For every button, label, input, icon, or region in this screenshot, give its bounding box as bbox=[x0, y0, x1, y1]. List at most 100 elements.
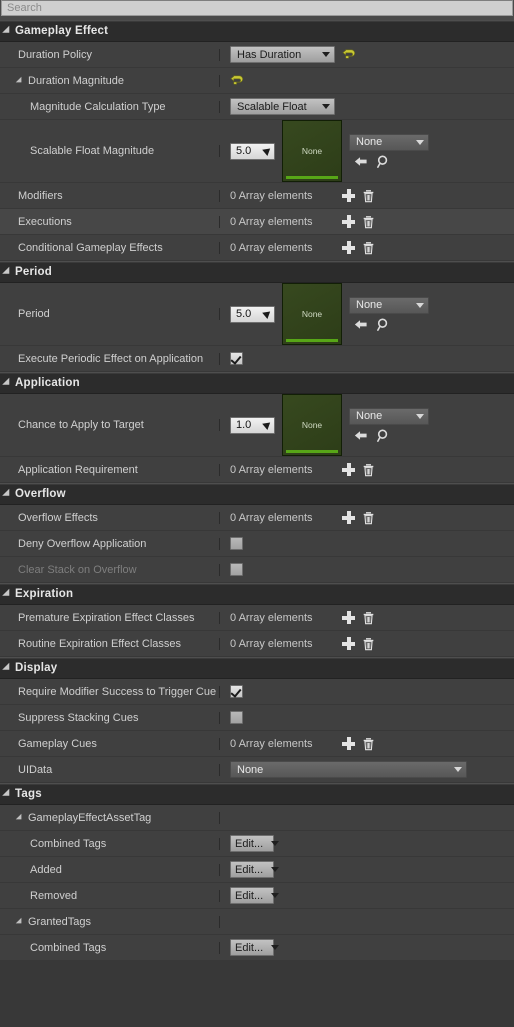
triangle-expanded-icon[interactable] bbox=[15, 813, 25, 822]
property-label: Duration Policy bbox=[18, 48, 92, 61]
spinner-icon[interactable] bbox=[261, 309, 271, 319]
checkbox[interactable] bbox=[230, 563, 243, 576]
edit-tags-dropdown[interactable]: Edit... bbox=[230, 835, 280, 852]
checkbox[interactable] bbox=[230, 711, 243, 724]
section-header-overflow[interactable]: Overflow bbox=[0, 483, 514, 505]
plus-icon[interactable] bbox=[342, 637, 355, 650]
property-row: UIData None bbox=[0, 757, 514, 783]
combo-label: Edit... bbox=[235, 837, 264, 850]
asset-dropdown[interactable]: None bbox=[349, 133, 429, 151]
spinner-icon[interactable] bbox=[261, 420, 271, 430]
duration-policy-dropdown[interactable]: Has Duration bbox=[230, 46, 335, 63]
trash-icon[interactable] bbox=[362, 463, 375, 477]
property-name: Chance to Apply to Target bbox=[0, 419, 220, 431]
triangle-expanded-icon[interactable] bbox=[2, 25, 13, 37]
reset-arrow-icon[interactable] bbox=[342, 47, 357, 62]
trash-icon[interactable] bbox=[362, 737, 375, 751]
chevron-down-icon bbox=[416, 413, 424, 419]
magnifier-browse-icon[interactable] bbox=[376, 428, 391, 443]
asset-thumbnail[interactable]: None bbox=[282, 394, 342, 456]
section-header-display[interactable]: Display bbox=[0, 657, 514, 679]
asset-thumbnail[interactable]: None bbox=[282, 120, 342, 182]
triangle-expanded-icon[interactable] bbox=[2, 588, 13, 600]
triangle-expanded-icon[interactable] bbox=[15, 76, 25, 85]
property-row: Gameplay Cues 0 Array elements bbox=[0, 731, 514, 757]
plus-icon[interactable] bbox=[342, 737, 355, 750]
edit-tags-dropdown[interactable]: Edit... bbox=[230, 861, 280, 878]
asset-thumbnail-label: None bbox=[301, 146, 323, 156]
section-header-tags[interactable]: Tags bbox=[0, 783, 514, 805]
trash-icon[interactable] bbox=[362, 241, 375, 255]
property-value: 0 Array elements bbox=[220, 463, 514, 477]
back-arrow-icon[interactable] bbox=[353, 428, 368, 443]
plus-icon[interactable] bbox=[342, 215, 355, 228]
property-label: Executions bbox=[18, 215, 72, 228]
magnifier-browse-icon[interactable] bbox=[376, 317, 391, 332]
property-row: Clear Stack on Overflow bbox=[0, 557, 514, 583]
edit-tags-dropdown[interactable]: Edit... bbox=[230, 939, 280, 956]
property-value: Scalable Float bbox=[220, 98, 514, 115]
spinner-icon[interactable] bbox=[261, 146, 271, 156]
property-value bbox=[220, 537, 514, 550]
section-header-gameplay-effect[interactable]: Gameplay Effect bbox=[0, 20, 514, 42]
section-header-period[interactable]: Period bbox=[0, 261, 514, 283]
plus-icon[interactable] bbox=[342, 241, 355, 254]
section-header-application[interactable]: Application bbox=[0, 372, 514, 394]
property-name: Gameplay Cues bbox=[0, 737, 220, 750]
asset-dropdown[interactable]: None bbox=[349, 296, 429, 314]
back-arrow-icon[interactable] bbox=[353, 154, 368, 169]
asset-dropdown[interactable]: None bbox=[349, 407, 429, 425]
property-value bbox=[220, 711, 514, 724]
triangle-expanded-icon[interactable] bbox=[2, 266, 13, 278]
plus-icon[interactable] bbox=[342, 511, 355, 524]
property-label: Combined Tags bbox=[30, 837, 107, 850]
chevron-down-icon bbox=[271, 893, 280, 898]
checkbox[interactable] bbox=[230, 352, 243, 365]
search-bar bbox=[0, 0, 514, 20]
checkbox[interactable] bbox=[230, 537, 243, 550]
asset-thumbnail[interactable]: None bbox=[282, 283, 342, 345]
triangle-expanded-icon[interactable] bbox=[2, 662, 13, 674]
numeric-input[interactable]: 1.0 bbox=[230, 416, 275, 434]
chevron-down-icon bbox=[271, 841, 280, 846]
search-input[interactable] bbox=[1, 0, 513, 16]
trash-icon[interactable] bbox=[362, 189, 375, 203]
combo-label: None bbox=[356, 410, 383, 422]
triangle-expanded-icon[interactable] bbox=[15, 917, 25, 926]
property-label: Duration Magnitude bbox=[28, 74, 125, 87]
property-row: Execute Periodic Effect on Application bbox=[0, 346, 514, 372]
property-value bbox=[220, 685, 514, 698]
trash-icon[interactable] bbox=[362, 511, 375, 525]
property-value: Has Duration bbox=[220, 46, 514, 63]
property-name: Duration Magnitude bbox=[0, 74, 220, 87]
edit-tags-dropdown[interactable]: Edit... bbox=[230, 887, 280, 904]
uidata-dropdown[interactable]: None bbox=[230, 761, 467, 778]
magnitude-calculation-dropdown[interactable]: Scalable Float bbox=[230, 98, 335, 115]
trash-icon[interactable] bbox=[362, 215, 375, 229]
trash-icon[interactable] bbox=[362, 637, 375, 651]
property-name: GrantedTags bbox=[0, 915, 220, 928]
asset-picker: None bbox=[349, 407, 429, 443]
numeric-input[interactable]: 5.0 bbox=[230, 305, 275, 323]
asset-picker-icons bbox=[349, 154, 429, 169]
back-arrow-icon[interactable] bbox=[353, 317, 368, 332]
property-row: Combined Tags Edit... bbox=[0, 831, 514, 857]
property-label: Removed bbox=[30, 889, 78, 902]
plus-icon[interactable] bbox=[342, 189, 355, 202]
checkbox[interactable] bbox=[230, 685, 243, 698]
magnifier-browse-icon[interactable] bbox=[376, 154, 391, 169]
array-count: 0 Array elements bbox=[230, 189, 313, 202]
triangle-expanded-icon[interactable] bbox=[2, 488, 13, 500]
reset-arrow-icon[interactable] bbox=[230, 73, 245, 88]
section-header-expiration[interactable]: Expiration bbox=[0, 583, 514, 605]
property-value: 0 Array elements bbox=[220, 215, 514, 229]
property-value: 5.0 None None bbox=[220, 120, 514, 182]
triangle-expanded-icon[interactable] bbox=[2, 377, 13, 389]
property-row: Duration Policy Has Duration bbox=[0, 42, 514, 68]
property-row: Overflow Effects 0 Array elements bbox=[0, 505, 514, 531]
triangle-expanded-icon[interactable] bbox=[2, 788, 13, 800]
plus-icon[interactable] bbox=[342, 611, 355, 624]
numeric-input[interactable]: 5.0 bbox=[230, 142, 275, 160]
plus-icon[interactable] bbox=[342, 463, 355, 476]
trash-icon[interactable] bbox=[362, 611, 375, 625]
